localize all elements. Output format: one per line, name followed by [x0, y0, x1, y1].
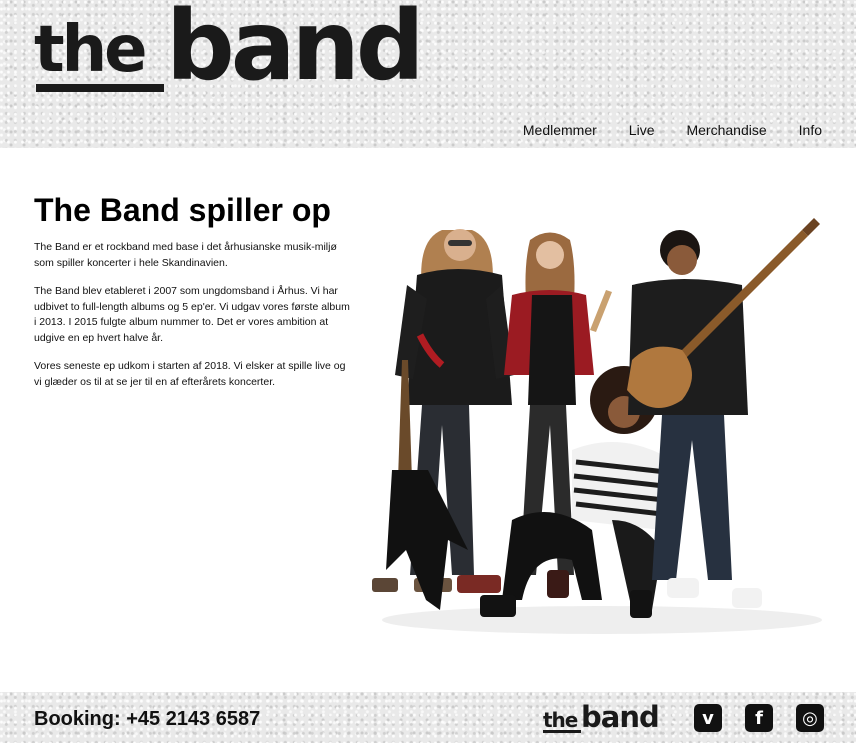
- instagram-icon[interactable]: ◎: [796, 704, 824, 732]
- nav-item-info[interactable]: Info: [799, 122, 822, 138]
- site-header: the band Medlemmer Live Merchandise Info: [0, 0, 856, 148]
- footer-logo-band: band: [581, 700, 660, 734]
- logo-band-text: band: [166, 0, 425, 102]
- intro-text: The Band er et rockband med base i det å…: [34, 240, 354, 403]
- band-photo: [362, 200, 832, 650]
- logo-underline: [36, 84, 164, 92]
- main-nav: Medlemmer Live Merchandise Info: [491, 122, 822, 138]
- site-logo[interactable]: the band: [34, 0, 454, 94]
- site-footer: Booking: +45 2143 6587 the band v f ◎: [0, 692, 856, 743]
- intro-paragraph: Vores seneste ep udkom i starten af 2018…: [34, 360, 346, 388]
- intro-paragraph: The Band er et rockband med base i det å…: [34, 241, 337, 269]
- vimeo-icon[interactable]: v: [694, 704, 722, 732]
- footer-logo[interactable]: the band: [543, 700, 671, 734]
- footer-logo-the: the: [543, 708, 578, 732]
- nav-item-live[interactable]: Live: [629, 122, 655, 138]
- band-member-4: [627, 218, 820, 608]
- footer-logo-underline: [543, 730, 581, 733]
- page-title: The Band spiller op: [34, 192, 331, 228]
- nav-item-merchandise[interactable]: Merchandise: [686, 122, 766, 138]
- logo-the-text: the: [34, 13, 148, 87]
- facebook-icon[interactable]: f: [745, 704, 773, 732]
- band-member-1: [372, 229, 514, 610]
- booking-phone[interactable]: Booking: +45 2143 6587: [34, 708, 260, 731]
- intro-paragraph: The Band blev etableret i 2007 som ungdo…: [34, 285, 350, 344]
- nav-item-medlemmer[interactable]: Medlemmer: [523, 122, 597, 138]
